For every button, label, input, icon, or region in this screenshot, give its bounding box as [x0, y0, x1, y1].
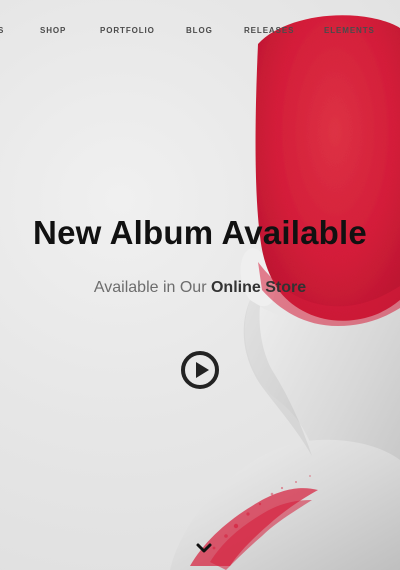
- nav-item-s[interactable]: S: [0, 26, 4, 35]
- hero-art: [170, 15, 400, 570]
- chevron-down-icon: [196, 543, 212, 553]
- nav-item-portfolio[interactable]: PORTFOLIO: [100, 26, 155, 35]
- play-button[interactable]: [180, 350, 220, 390]
- nav-item-releases[interactable]: RELEASES: [244, 26, 294, 35]
- nav-item-shop[interactable]: SHOP: [40, 26, 66, 35]
- nav-item-blog[interactable]: BLOG: [186, 26, 213, 35]
- nav-item-elements[interactable]: ELEMENTS: [324, 26, 375, 35]
- scroll-down-button[interactable]: [194, 538, 214, 558]
- top-navigation: S SHOP PORTFOLIO BLOG RELEASES ELEMENTS: [0, 0, 400, 60]
- figure-head-red: [255, 15, 400, 321]
- hero-section: S SHOP PORTFOLIO BLOG RELEASES ELEMENTS …: [0, 0, 400, 570]
- play-icon: [181, 351, 219, 389]
